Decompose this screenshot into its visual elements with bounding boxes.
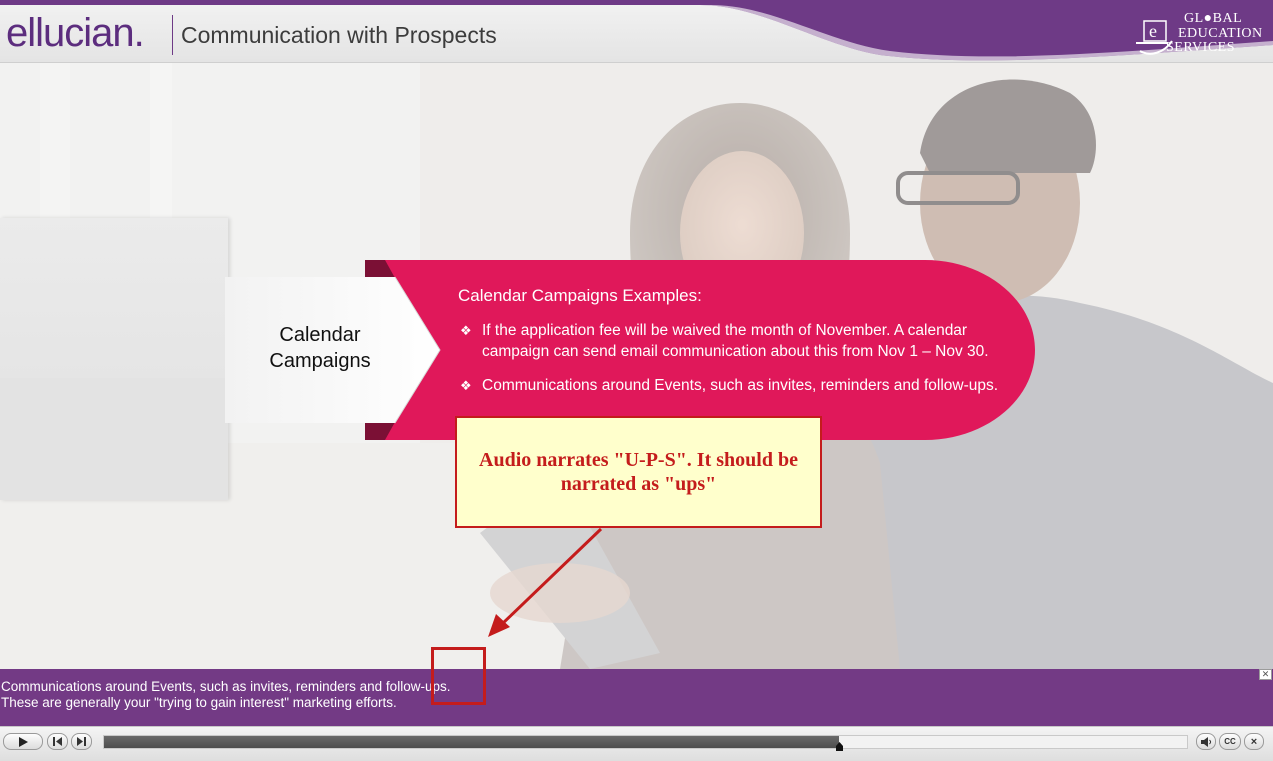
caption-line: Communications around Events, such as in…	[1, 679, 451, 694]
logo-dot: .	[133, 11, 145, 55]
ges-emblem-letter: e	[1149, 21, 1157, 41]
bullet-diamond-icon: ❖	[460, 378, 472, 393]
playback-bar: CC ×	[0, 726, 1273, 761]
logo-text: ellucian	[6, 11, 135, 55]
rewind-button[interactable]	[47, 733, 68, 750]
callout-label: Calendar Campaigns	[269, 324, 371, 372]
review-comment-note: Audio narrates "U-P-S". It should be nar…	[455, 416, 822, 528]
bullet-text: If the application fee will be waived th…	[482, 322, 989, 360]
callout-bullet: ❖ If the application fee will be waived …	[460, 320, 1020, 362]
callout-bullet: ❖ Communications around Events, such as …	[460, 375, 1020, 396]
ges-line-3: SERVICES	[1166, 40, 1236, 55]
course-header: ellucian. Communication with Prospects e…	[0, 5, 1273, 63]
play-button[interactable]	[3, 733, 43, 750]
progress-scrubber[interactable]	[103, 735, 1188, 751]
global-education-services-logo: e GL●BAL EDUCATION SERVICES	[1134, 11, 1266, 59]
bullet-diamond-icon: ❖	[460, 323, 472, 338]
bullet-text: Communications around Events, such as in…	[482, 377, 999, 394]
review-comment-text: Audio narrates "U-P-S". It should be nar…	[479, 449, 798, 495]
forward-icon	[77, 737, 86, 746]
play-icon	[19, 736, 28, 747]
course-title: Communication with Prospects	[181, 22, 497, 48]
left-side-panel-highlight	[0, 218, 228, 378]
callout-heading: Calendar Campaigns Examples:	[458, 286, 702, 305]
ges-wordmark: GL●BAL EDUCATION SERVICES	[1166, 11, 1263, 56]
rewind-icon	[53, 737, 62, 746]
progress-fill	[104, 736, 839, 748]
volume-button[interactable]	[1196, 733, 1216, 750]
progress-thumb-icon[interactable]	[836, 742, 843, 751]
exit-button[interactable]: ×	[1244, 733, 1264, 750]
review-highlight-box	[431, 647, 486, 705]
caption-line: These are generally your "trying to gain…	[1, 695, 397, 710]
speaker-icon	[1200, 736, 1211, 747]
player-window: ellucian. Communication with Prospects e…	[0, 0, 1273, 761]
closed-caption-bar: Communications around Events, such as in…	[0, 669, 1273, 726]
caption-close-button[interactable]: ✕	[1259, 669, 1272, 680]
ellucian-logo: ellucian.	[6, 11, 145, 56]
forward-button[interactable]	[71, 733, 92, 750]
ges-line-2: EDUCATION	[1178, 25, 1263, 41]
ges-line-1: GL●BAL	[1184, 11, 1243, 26]
closed-captions-button[interactable]: CC	[1219, 733, 1241, 750]
header-divider	[172, 15, 173, 55]
